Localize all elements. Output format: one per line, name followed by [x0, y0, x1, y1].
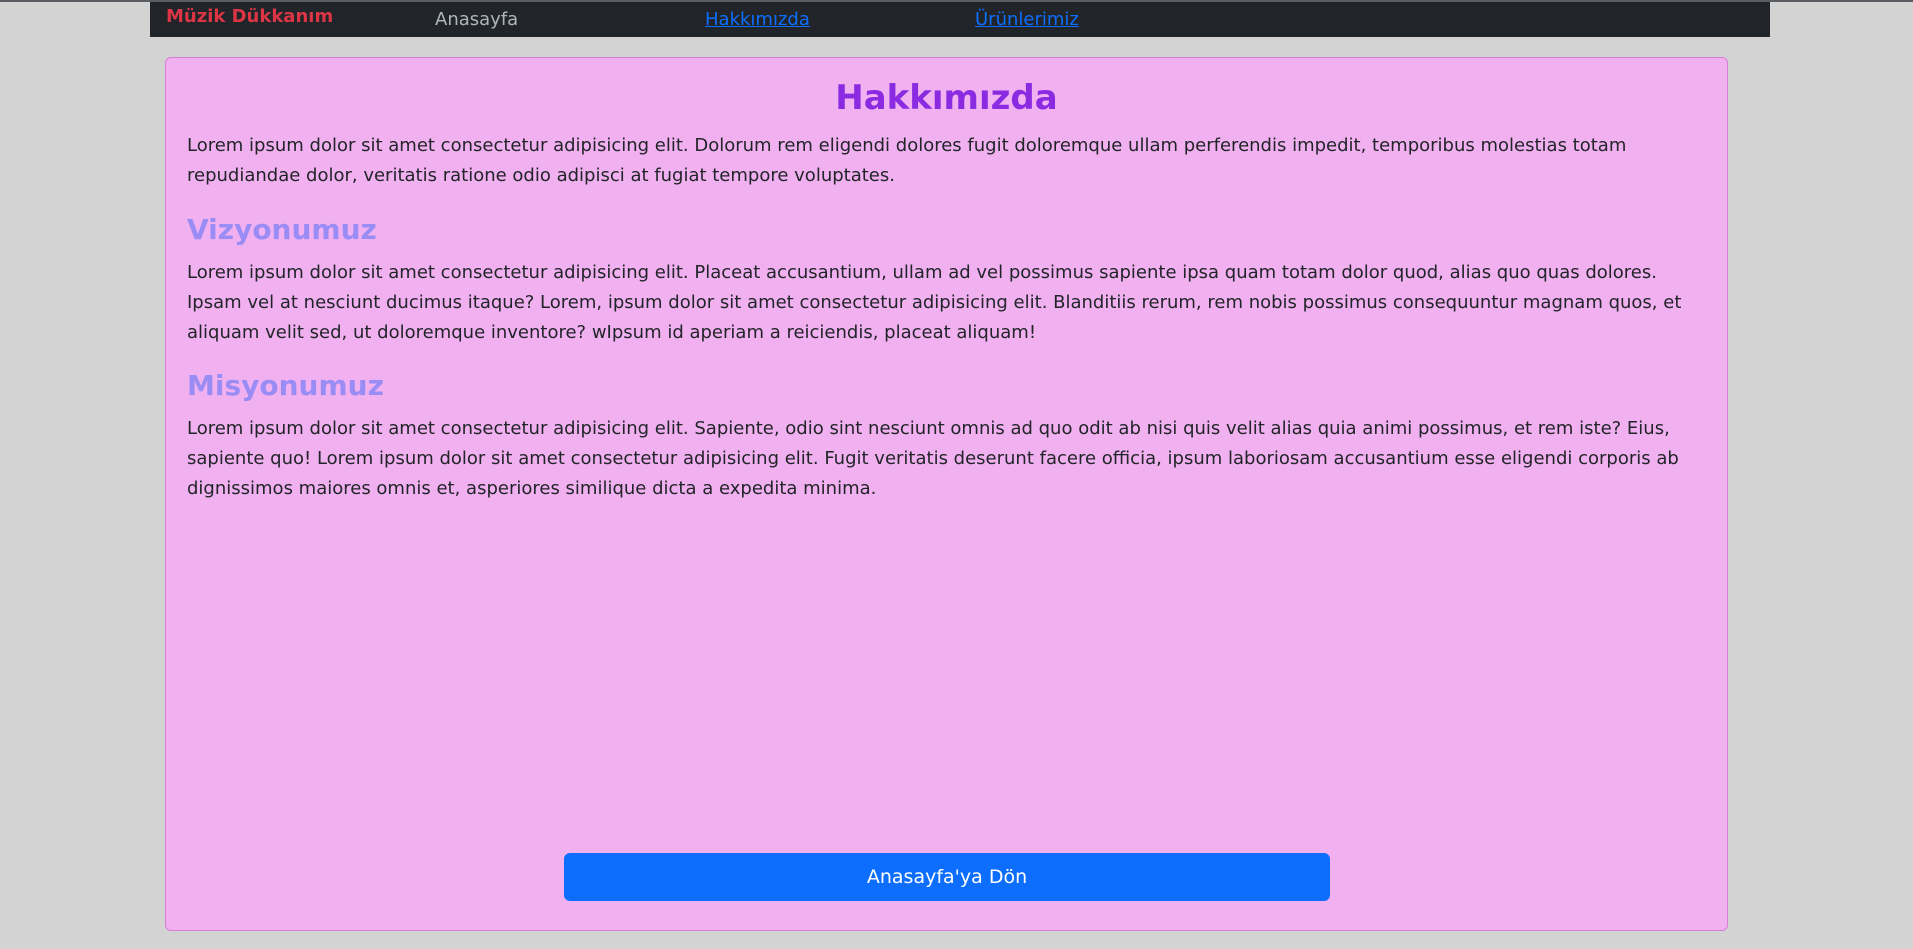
nav-link-home[interactable]: Anasayfa — [435, 9, 518, 30]
back-to-home-button[interactable]: Anasayfa'ya Dön — [564, 853, 1330, 901]
page-title: Hakkımızda — [835, 78, 1058, 118]
vision-heading: Vizyonumuz — [187, 213, 377, 246]
mission-paragraph: Lorem ipsum dolor sit amet consectetur a… — [187, 418, 1679, 499]
brand-link[interactable]: Müzik Dükkanım — [166, 6, 333, 27]
mission-heading: Misyonumuz — [187, 369, 384, 402]
top-navbar: Müzik Dükkanım Anasayfa Hakkımızda Ürünl… — [150, 2, 1770, 37]
intro-paragraph: Lorem ipsum dolor sit amet consectetur a… — [187, 135, 1627, 186]
about-card: Hakkımızda Lorem ipsum dolor sit amet co… — [165, 57, 1728, 931]
nav-link-about[interactable]: Hakkımızda — [705, 9, 810, 30]
vision-paragraph: Lorem ipsum dolor sit amet consectetur a… — [187, 262, 1682, 343]
nav-link-products[interactable]: Ürünlerimiz — [975, 9, 1079, 30]
